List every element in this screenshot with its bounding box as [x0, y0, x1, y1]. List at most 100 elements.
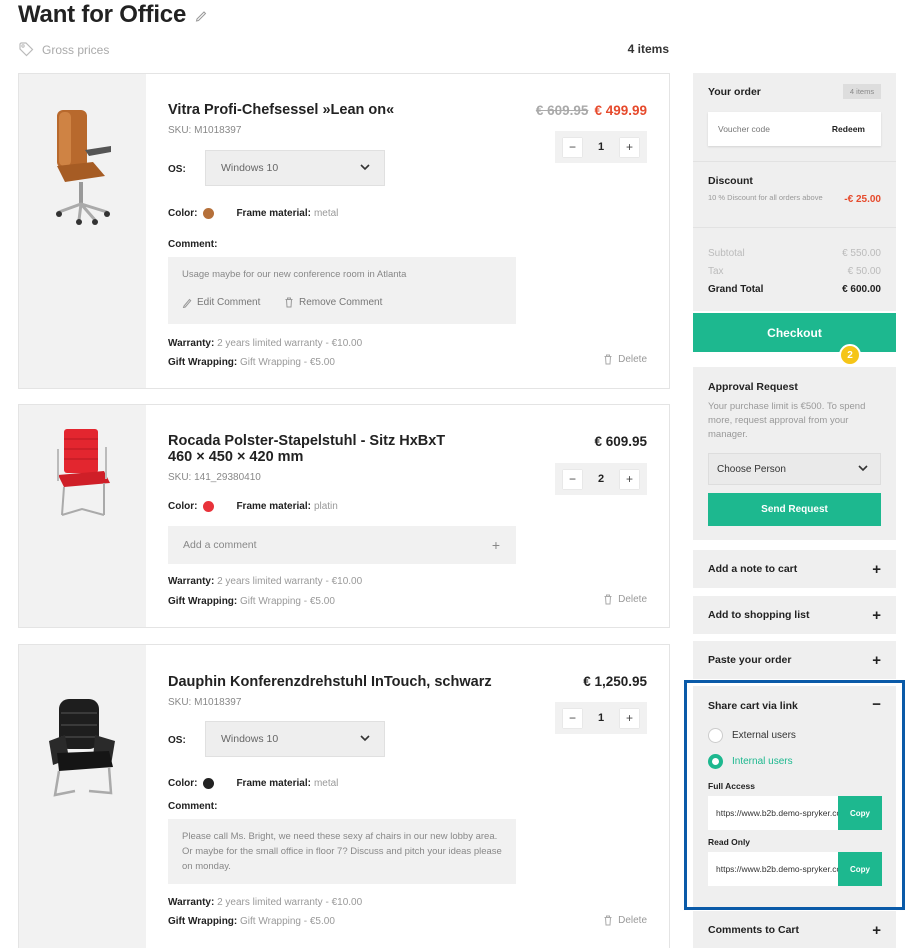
increase-button[interactable]: +	[620, 708, 639, 728]
grand-total-label: Grand Total	[708, 284, 764, 295]
os-select[interactable]: Windows 10	[205, 150, 385, 186]
color-swatch	[203, 778, 215, 789]
gift-value: Gift Wrapping - €5.00	[240, 596, 335, 607]
quantity-stepper: − 1 +	[555, 131, 647, 163]
page-title: Want for Office	[18, 1, 187, 28]
delete-button[interactable]: Delete	[603, 594, 647, 605]
gift-wrapping-info: Gift Wrapping: Gift Wrapping - €5.00	[168, 357, 335, 368]
cart-item: Dauphin Konferenzdrehstuhl InTouch, schw…	[18, 644, 670, 948]
decrease-button[interactable]: −	[563, 137, 582, 157]
plus-icon: +	[872, 560, 881, 578]
approval-text: Your purchase limit is €500. To spend mo…	[708, 401, 866, 440]
quantity-value[interactable]: 2	[598, 473, 604, 485]
add-to-shopping-list-panel[interactable]: Add to shopping list +	[693, 596, 896, 634]
gift-value: Gift Wrapping - €5.00	[240, 916, 335, 927]
discount-value: -€ 25.00	[844, 194, 881, 205]
product-name[interactable]: Dauphin Konferenzdrehstuhl InTouch, schw…	[168, 674, 492, 690]
plus-icon: +	[872, 606, 881, 624]
comments-to-cart-panel[interactable]: Comments to Cart +	[693, 911, 896, 948]
warranty-label: Warranty:	[168, 897, 215, 908]
gift-value: Gift Wrapping - €5.00	[240, 357, 335, 368]
choose-person-select[interactable]: Choose Person	[708, 453, 881, 485]
product-sku: SKU: M1018397	[168, 697, 242, 708]
delete-button[interactable]: Delete	[603, 915, 647, 926]
comment-box: Please call Ms. Bright, we need these se…	[168, 819, 516, 884]
color-swatch	[203, 501, 215, 512]
approval-request-panel: Approval Request Your purchase limit is …	[693, 367, 896, 540]
decrease-button[interactable]: −	[563, 708, 582, 728]
add-note-panel[interactable]: Add a note to cart +	[693, 550, 896, 588]
send-request-button[interactable]: Send Request	[708, 493, 881, 526]
divider	[693, 161, 896, 162]
trash-icon	[285, 297, 293, 308]
product-attributes: Color: Frame material: metal	[168, 208, 338, 219]
warranty-value: 2 years limited warranty - €10.00	[217, 338, 363, 349]
remove-comment-button[interactable]: Remove Comment	[284, 297, 382, 308]
chevron-down-icon	[360, 735, 370, 742]
edit-title-icon[interactable]	[194, 8, 208, 22]
delete-label: Delete	[618, 915, 647, 926]
frame-value: metal	[313, 778, 339, 789]
delete-button[interactable]: Delete	[603, 354, 647, 365]
os-select[interactable]: Windows 10	[205, 721, 385, 757]
warranty-info: Warranty: 2 years limited warranty - €10…	[168, 338, 362, 349]
tax-value: € 50.00	[847, 266, 881, 277]
highlight-frame	[684, 680, 905, 910]
product-name[interactable]: Rocada Polster-Stapelstuhl - Sitz HxBxT …	[168, 433, 468, 465]
gift-wrapping-info: Gift Wrapping: Gift Wrapping - €5.00	[168, 916, 335, 927]
product-image[interactable]	[19, 645, 146, 948]
paste-order-panel[interactable]: Paste your order +	[693, 641, 896, 679]
increase-button[interactable]: +	[620, 469, 639, 489]
trash-icon	[604, 915, 612, 926]
edit-comment-button[interactable]: Edit Comment	[182, 297, 260, 308]
cart-item: Vitra Profi-Chefsessel »Lean on« SKU: M1…	[18, 73, 670, 389]
quantity-value[interactable]: 1	[598, 712, 604, 724]
order-summary: Your order 4 items Voucher code Redeem D…	[693, 73, 896, 311]
shopping-list-label: Add to shopping list	[708, 609, 810, 621]
item-count: 4 items	[627, 42, 669, 56]
cart-item: Rocada Polster-Stapelstuhl - Sitz HxBxT …	[18, 404, 670, 628]
color-label: Color:	[168, 501, 198, 512]
trash-icon	[604, 354, 612, 365]
tax-label: Tax	[708, 266, 724, 277]
comment-label: Comment:	[168, 801, 218, 812]
paste-order-label: Paste your order	[708, 654, 792, 666]
frame-value: platin	[313, 501, 338, 512]
product-attributes: Color: Frame material: metal	[168, 778, 338, 789]
stacking-chair-image	[57, 429, 110, 516]
approval-title: Approval Request	[708, 381, 798, 393]
add-note-label: Add a note to cart	[708, 563, 798, 575]
voucher-input[interactable]: Voucher code	[718, 124, 770, 134]
order-title: Your order	[708, 86, 761, 98]
product-name[interactable]: Vitra Profi-Chefsessel »Lean on«	[168, 102, 394, 118]
plus-icon: +	[491, 537, 500, 553]
product-price: € 609.95 € 499.99	[536, 103, 647, 118]
quantity-value[interactable]: 1	[598, 141, 604, 153]
os-select-value: Windows 10	[221, 162, 279, 174]
office-chair-image	[56, 110, 111, 225]
increase-button[interactable]: +	[620, 137, 639, 157]
os-label: OS:	[168, 735, 186, 746]
product-image[interactable]	[19, 405, 146, 627]
redeem-button[interactable]: Redeem	[832, 124, 865, 134]
add-comment-button[interactable]: Add a comment +	[168, 526, 516, 564]
remove-comment-label: Remove Comment	[299, 297, 383, 308]
subtotal-row: Subtotal € 550.00	[708, 248, 881, 259]
gift-label: Gift Wrapping:	[168, 596, 238, 607]
delete-label: Delete	[618, 594, 647, 605]
comment-text: Usage maybe for our new conference room …	[182, 269, 407, 280]
sale-price: € 499.99	[594, 103, 647, 118]
frame-label: Frame material:	[236, 778, 311, 789]
plus-icon: +	[872, 921, 881, 939]
checkout-button[interactable]: Checkout	[693, 313, 896, 352]
voucher-field[interactable]: Voucher code Redeem	[708, 112, 881, 146]
frame-value: metal	[313, 208, 339, 219]
item-count-badge: 4 items	[843, 84, 881, 99]
comment-label: Comment:	[168, 239, 218, 250]
edit-comment-label: Edit Comment	[197, 297, 261, 308]
color-label: Color:	[168, 778, 198, 789]
color-swatch	[203, 208, 215, 219]
gift-label: Gift Wrapping:	[168, 916, 238, 927]
product-image[interactable]	[19, 74, 146, 388]
decrease-button[interactable]: −	[563, 469, 582, 489]
